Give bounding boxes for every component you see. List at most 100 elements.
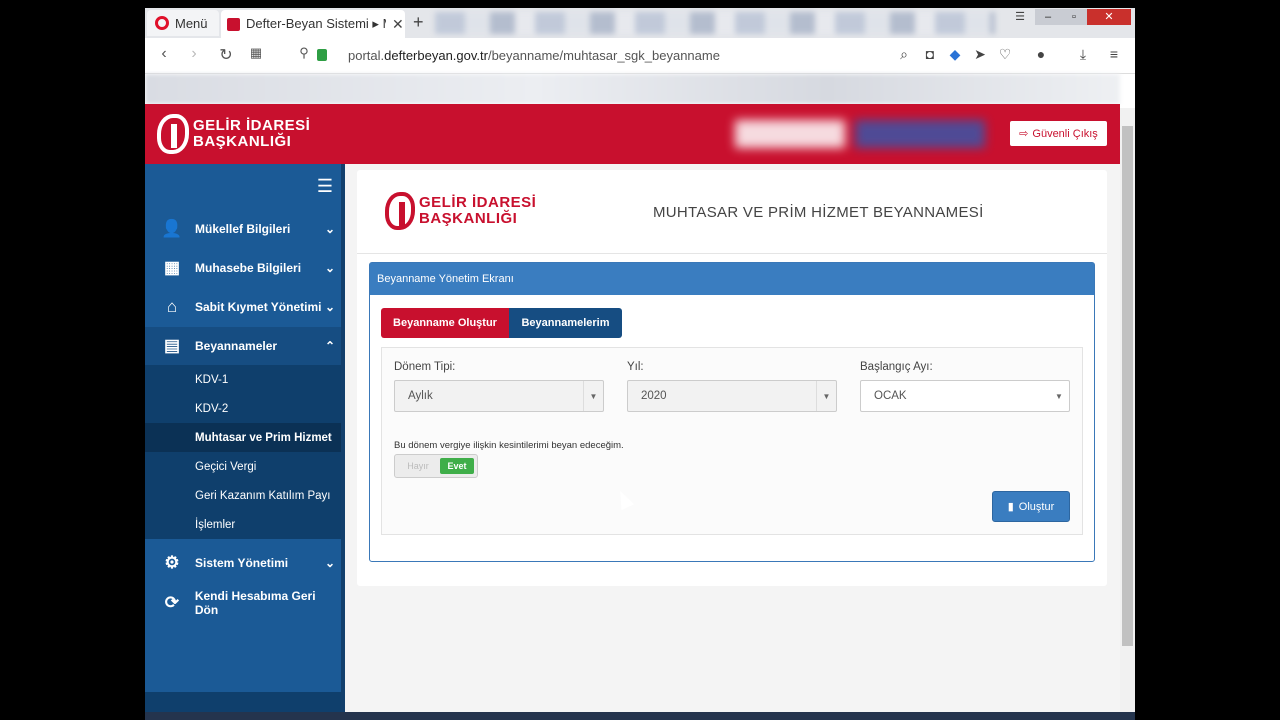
sidebar-item-sistem[interactable]: ⚙ Sistem Yönetimi ⌄ (145, 544, 341, 582)
sidebar-subitem-gecici-vergi[interactable]: Geçici Vergi (145, 452, 341, 481)
sidebar-item-mukellef[interactable]: 👤 Mükellef Bilgileri ⌄ (145, 210, 341, 248)
sidebar-subitem-muhtasar[interactable]: Muhtasar ve Prim Hizmet (145, 423, 341, 452)
sidebar-subitem-kdv1[interactable]: KDV-1 (145, 365, 341, 394)
chevron-down-icon: ⌄ (324, 556, 335, 570)
vertical-scrollbar[interactable] (1120, 108, 1135, 720)
vpn-icon[interactable]: ● (1032, 46, 1050, 62)
logo-line1: GELİR İDARESİ (193, 117, 311, 134)
period-type-select[interactable]: Aylık ▼ (394, 380, 604, 412)
sidebar-item-beyannameler[interactable]: ▤ Beyannameler ⌃ (145, 327, 341, 365)
browser-tab-active[interactable]: Defter-Beyan Sistemi ▸ Mu ✕ (221, 10, 405, 38)
sidebar: ☰ 👤 Mükellef Bilgileri ⌄ ▦ Muhasebe Bilg… (145, 164, 345, 720)
main-logo-line1: GELİR İDARESİ (419, 194, 537, 211)
opera-menu-button[interactable]: Menü (147, 10, 219, 36)
sidebar-item-label: Mükellef Bilgileri (195, 222, 291, 236)
close-window-button[interactable]: ✕ (1087, 9, 1131, 25)
opera-logo-icon (155, 16, 169, 30)
year-select[interactable]: 2020 ▼ (627, 380, 837, 412)
logout-label: Güvenli Çıkış (1032, 127, 1098, 140)
caret-down-icon: ▼ (816, 381, 836, 411)
declaration-form: Dönem Tipi: Aylık ▼ Yıl: 2020 ▼ Başlangı… (381, 347, 1083, 535)
menu-icon[interactable]: ≡ (1105, 46, 1123, 62)
sidebar-item-kendi-hesabim[interactable]: ⟳ Kendi Hesabıma Geri Dön (145, 584, 341, 622)
site-info-icon[interactable]: ⚲ (293, 45, 315, 61)
main-logo: GELİR İDARESİ BAŞKANLIĞI (385, 192, 536, 230)
tab-close-icon[interactable]: ✕ (392, 16, 404, 33)
sidebar-subitem-geri-kazanim[interactable]: Geri Kazanım Katılım Payı (145, 481, 341, 510)
year-value: 2020 (641, 390, 667, 402)
taskbar (145, 712, 1135, 720)
start-month-value: OCAK (874, 390, 907, 402)
caret-down-icon: ▼ (583, 381, 603, 411)
chevron-up-icon: ⌃ (324, 339, 335, 353)
file-icon: ▮ (1007, 501, 1014, 513)
chevron-down-icon: ⌄ (324, 222, 335, 236)
maximize-button[interactable]: ▫ (1061, 9, 1087, 25)
sidebar-item-sabit-kiymet[interactable]: ⌂ Sabit Kıymet Yönetimi ⌄ (145, 288, 341, 326)
search-icon[interactable]: ⌕ (895, 46, 913, 63)
panel-title: Beyanname Yönetim Ekranı (370, 263, 1094, 295)
sidebar-item-muhasebe[interactable]: ▦ Muhasebe Bilgileri ⌄ (145, 249, 341, 287)
deduction-toggle[interactable]: Hayır Evet (394, 454, 478, 478)
chevron-down-icon: ⌄ (324, 300, 335, 314)
main-card: GELİR İDARESİ BAŞKANLIĞI MUHTASAR VE PRİ… (357, 170, 1107, 586)
favicon-icon (227, 17, 240, 31)
start-month-label: Başlangıç Ayı: (860, 361, 933, 373)
caret-down-icon: ▼ (1055, 391, 1063, 401)
chevron-down-icon: ⌄ (324, 261, 335, 275)
toggle-off-label[interactable]: Hayır (399, 458, 437, 474)
screen: Menü Defter-Beyan Sistemi ▸ Mu ✕ + ☰ – ▫… (0, 0, 1280, 720)
period-type-value: Aylık (408, 390, 433, 402)
back-icon[interactable]: ‹ (153, 45, 175, 63)
gear-icon: ⚙ (164, 553, 180, 572)
main-logo-line2: BAŞKANLIĞI (419, 210, 518, 227)
header-logo[interactable]: GELİR İDARESİ BAŞKANLIĞI (145, 104, 345, 164)
minimize-button[interactable]: – (1035, 9, 1061, 25)
page-title: MUHTASAR VE PRİM HİZMET BEYANNAMESİ (653, 204, 984, 221)
url-field[interactable]: portal.defterbeyan.gov.tr/beyanname/muht… (348, 48, 720, 63)
create-button-label: Oluştur (1018, 500, 1055, 513)
reload-icon[interactable]: ↻ (215, 45, 237, 65)
download-icon[interactable]: ⤓ (1074, 46, 1092, 63)
scrollbar-thumb[interactable] (1122, 126, 1133, 646)
deduction-note: Bu dönem vergiye ilişkin kesintilerimi b… (394, 440, 624, 451)
gib-logo-icon (385, 192, 415, 230)
forward-icon[interactable]: › (183, 45, 205, 63)
page: GELİR İDARESİ BAŞKANLIĞI ⇨ Güvenli Çıkış… (145, 104, 1120, 720)
send-icon[interactable]: ➤ (971, 46, 989, 63)
menu-label: Menü (175, 15, 208, 31)
heart-icon[interactable]: ♡ (996, 46, 1014, 63)
new-tab-button[interactable]: + (413, 12, 424, 33)
blurred-user-info (735, 120, 985, 148)
document-icon: ▤ (163, 336, 181, 355)
tab-bar: Menü Defter-Beyan Sistemi ▸ Mu ✕ + ☰ – ▫… (145, 8, 1135, 38)
sidebar-toggle-icon[interactable]: ☰ (317, 176, 333, 197)
address-bar: ‹ › ↻ ▦ ⚲ portal.defterbeyan.gov.tr/beya… (145, 38, 1135, 74)
sidebar-subitem-kdv2[interactable]: KDV-2 (145, 394, 341, 423)
create-button[interactable]: ▮ Oluştur (992, 491, 1070, 522)
sidebar-item-label: Beyannameler (195, 339, 278, 353)
tab-my-declarations[interactable]: Beyannamelerim (509, 308, 622, 338)
home-icon: ⌂ (166, 297, 178, 316)
start-month-select[interactable]: OCAK ▼ (860, 380, 1070, 412)
top-header: GELİR İDARESİ BAŞKANLIĞI ⇨ Güvenli Çıkış (145, 104, 1120, 164)
gib-logo-icon (157, 114, 189, 154)
easy-setup-icon[interactable]: ☰ (1007, 9, 1033, 25)
refresh-icon: ⟳ (164, 593, 180, 612)
main-header: GELİR İDARESİ BAŞKANLIĞI MUHTASAR VE PRİ… (357, 170, 1107, 254)
sidebar-item-label: Sabit Kıymet Yönetimi (195, 300, 322, 314)
sidebar-item-label: Muhasebe Bilgileri (195, 261, 302, 275)
blurred-tabs (435, 12, 995, 34)
camera-icon[interactable]: ◘ (921, 46, 939, 62)
tab-create-declaration[interactable]: Beyanname Oluştur (381, 308, 509, 338)
shield-icon[interactable]: ◆ (946, 46, 964, 63)
browser-window: Menü Defter-Beyan Sistemi ▸ Mu ✕ + ☰ – ▫… (145, 8, 1135, 720)
tabs-grid-icon[interactable]: ▦ (245, 45, 267, 61)
sidebar-item-label: Kendi Hesabıma Geri Dön (194, 589, 316, 617)
blurred-bookmarks-bar (145, 74, 1120, 104)
logout-icon: ⇨ (1019, 128, 1029, 140)
logout-button[interactable]: ⇨ Güvenli Çıkış (1010, 121, 1107, 146)
sidebar-subitem-islemler[interactable]: İşlemler (145, 510, 341, 539)
sidebar-item-label: Sistem Yönetimi (195, 556, 289, 570)
toggle-on-label[interactable]: Evet (440, 458, 474, 474)
